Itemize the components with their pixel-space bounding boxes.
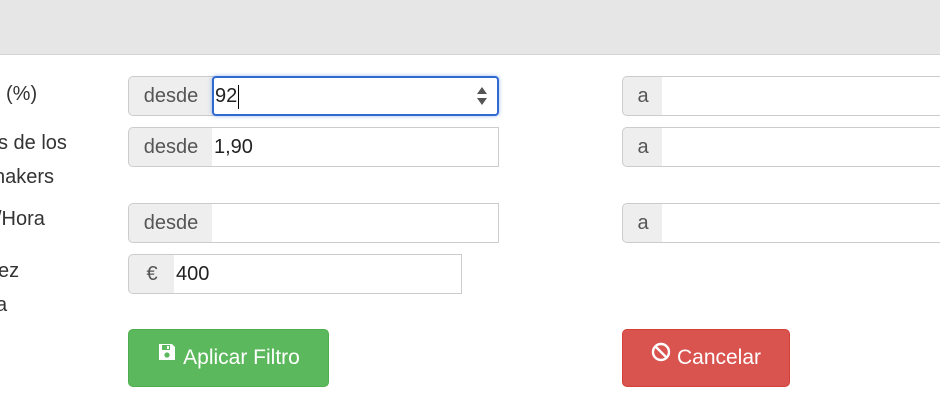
field-label-percent: (%) [6,83,38,105]
cancel-button[interactable]: Cancelar [622,329,790,387]
number-spinner-icon[interactable] [475,85,489,107]
row2-from-input[interactable]: 1,90 [212,127,499,167]
row3-from-addon: desde [128,203,214,243]
amount-input[interactable]: 400 [174,254,462,294]
field-label-amount-line2: a [0,294,8,316]
row2-to-input[interactable] [662,127,940,167]
field-label-bookmakers-line1: s de los [0,132,67,154]
field-label-amount-line1: ez [0,260,20,282]
row1-to-input[interactable] [662,76,940,116]
save-icon [157,328,177,384]
row1-from-addon: desde [128,76,214,116]
row1-from-value: 92 [215,85,238,107]
apply-filter-label: Aplicar Filtro [183,346,300,369]
currency-addon: € [128,254,176,294]
row1-from-input[interactable]: 92 [212,76,499,116]
text-caret [238,84,240,109]
row2-from-addon: desde [128,127,214,167]
field-label-bookmakers-line2: nakers [0,166,55,188]
dialog-header-bar [0,0,940,55]
cancel-label: Cancelar [676,346,762,369]
row3-from-input[interactable] [212,203,499,243]
row1-to-addon: a [622,76,664,116]
row2-to-addon: a [622,127,664,167]
apply-filter-button[interactable]: Aplicar Filtro [128,329,329,387]
field-label-hour: /Hora [0,208,45,230]
ban-icon [651,328,671,384]
row3-to-input[interactable] [662,203,940,243]
row3-to-addon: a [622,203,664,243]
